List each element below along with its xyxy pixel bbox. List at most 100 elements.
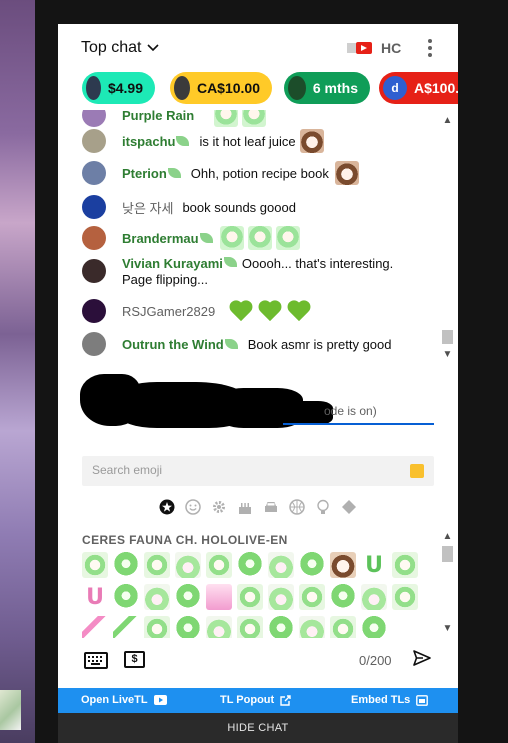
avatar	[86, 76, 101, 100]
emoji-item[interactable]	[268, 552, 294, 578]
emoji-item[interactable]	[113, 552, 139, 578]
emoji-item[interactable]	[113, 616, 139, 638]
scroll-up-icon[interactable]: ▲	[439, 530, 456, 544]
emoji-item[interactable]	[237, 616, 263, 638]
emoji-item[interactable]	[268, 584, 294, 610]
message-text: Ooooh... that's interesting.	[241, 256, 394, 271]
scroll-thumb[interactable]	[442, 330, 453, 344]
hide-chat-button[interactable]: HIDE CHAT	[58, 713, 458, 743]
emoji-item[interactable]	[206, 584, 232, 610]
scroll-down-icon[interactable]: ▼	[439, 348, 456, 362]
smiley-icon[interactable]	[184, 498, 201, 515]
emoji-item[interactable]	[237, 584, 263, 610]
emoji-grid: U U	[82, 552, 418, 638]
emoji-search-input[interactable]	[90, 462, 394, 478]
emote	[334, 161, 359, 185]
star-icon[interactable]	[158, 498, 175, 515]
emoji-item[interactable]	[392, 552, 418, 578]
open-livetl-button[interactable]: Open LiveTL	[81, 694, 167, 706]
more-options-icon[interactable]	[423, 39, 437, 59]
super-chat-icon[interactable]: $	[124, 651, 145, 668]
ticker-item[interactable]: CA$10.00	[170, 72, 272, 104]
ticker-item[interactable]: 6 mths	[284, 72, 370, 104]
emoji-item[interactable]	[175, 584, 201, 610]
chat-message: itspachu is it hot leaf juice	[82, 128, 328, 154]
chat-message: Outrun the Wind Book asmr is pretty good	[82, 331, 392, 357]
author-name[interactable]: Outrun the Wind	[122, 337, 224, 352]
emoji-item[interactable]	[144, 552, 170, 578]
emoji-item[interactable]	[330, 584, 356, 610]
chat-panel: Top chat HC $4.99 CA$10.00 6 mths d A$10…	[58, 24, 458, 743]
keyboard-icon[interactable]	[84, 652, 108, 669]
avatar	[82, 226, 106, 250]
chat-input-area[interactable]: ode is on)	[58, 366, 458, 444]
author-name[interactable]: 낮은 자세	[122, 198, 173, 217]
chat-mode-dropdown[interactable]: Top chat	[81, 39, 160, 57]
message-text: Ohh, potion recipe book	[190, 165, 329, 181]
emoji-item[interactable]	[237, 552, 263, 578]
emote	[219, 226, 244, 250]
background-video-edge	[0, 0, 35, 743]
ticker-item[interactable]: d A$100.0	[379, 72, 458, 104]
emoji-item[interactable]	[330, 552, 356, 578]
green-heart-emoji	[257, 299, 283, 323]
scroll-thumb[interactable]	[442, 546, 453, 562]
hyperchat-toggle[interactable]: HC	[346, 40, 401, 56]
message-text: book sounds goood	[182, 199, 296, 215]
emoji-item[interactable]	[330, 616, 356, 638]
emoji-item[interactable]	[268, 616, 294, 638]
emoji-item[interactable]: U	[361, 552, 387, 578]
open-livetl-label: Open LiveTL	[81, 694, 148, 706]
author-name[interactable]: Pterion	[122, 166, 167, 181]
emote	[275, 226, 300, 250]
bulb-icon[interactable]	[314, 498, 331, 515]
author-name[interactable]: RSJGamer2829	[122, 304, 215, 319]
author-name[interactable]: itspachu	[122, 134, 175, 149]
green-heart-emoji	[286, 299, 312, 323]
send-icon[interactable]	[412, 648, 432, 668]
car-icon[interactable]	[262, 498, 279, 515]
avatar	[174, 76, 190, 100]
emoji-skin-tone-icon[interactable]	[410, 464, 424, 478]
emote	[242, 110, 267, 127]
scroll-down-icon[interactable]: ▼	[439, 622, 456, 636]
emoji-item[interactable]	[82, 552, 108, 578]
chat-scrollbar[interactable]: ▲ ▼	[439, 112, 456, 364]
external-link-icon	[280, 694, 291, 706]
member-badge-icon	[176, 135, 190, 147]
emoji-item[interactable]	[113, 584, 139, 610]
diamond-icon[interactable]	[340, 498, 357, 515]
ticker-item[interactable]: $4.99	[82, 72, 155, 104]
emoji-item[interactable]	[361, 584, 387, 610]
emoji-item[interactable]	[175, 616, 201, 638]
emoji-item[interactable]	[144, 584, 170, 610]
avatar	[82, 110, 106, 127]
emoji-item[interactable]	[82, 616, 108, 638]
embed-tls-button[interactable]: Embed TLs	[351, 694, 429, 706]
author-name[interactable]: Vivian Kurayami	[122, 256, 223, 271]
emoji-item[interactable]: U	[82, 584, 108, 610]
emoji-scrollbar[interactable]: ▲ ▼	[439, 530, 456, 638]
emoji-item[interactable]	[175, 552, 201, 578]
scroll-up-icon[interactable]: ▲	[439, 114, 456, 128]
chat-mode-label: Top chat	[81, 39, 142, 56]
author-name[interactable]: Brandermau	[122, 231, 199, 246]
emoji-item[interactable]	[299, 616, 325, 638]
emoji-item[interactable]	[299, 552, 325, 578]
tl-popout-button[interactable]: TL Popout	[220, 694, 291, 706]
cake-icon[interactable]	[236, 498, 253, 515]
emoji-item[interactable]	[206, 552, 232, 578]
emoji-item[interactable]	[206, 616, 232, 638]
chevron-down-icon	[147, 44, 160, 52]
emoji-item[interactable]	[144, 616, 170, 638]
ball-icon[interactable]	[288, 498, 305, 515]
emoji-item[interactable]	[361, 616, 387, 638]
member-badge-icon	[199, 232, 214, 244]
emoji-search-field[interactable]	[82, 456, 434, 486]
emoji-item[interactable]	[392, 584, 418, 610]
emoji-item[interactable]	[299, 584, 325, 610]
play-icon	[153, 695, 167, 705]
author-name[interactable]: Purple Rain	[122, 110, 194, 123]
emoji-category-tabs	[158, 498, 357, 518]
gear-icon[interactable]	[210, 498, 227, 515]
